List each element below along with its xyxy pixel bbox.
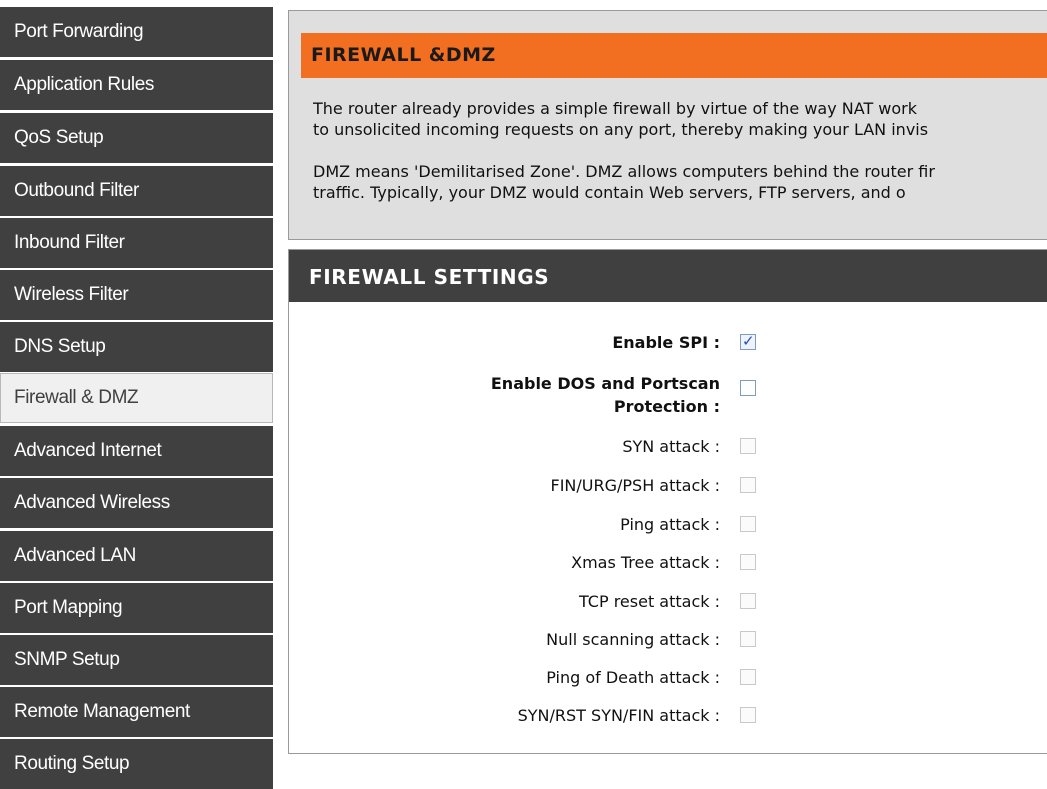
enable-dos-label-line-2: Protection : — [613, 397, 720, 416]
sidebar-item-port-forwarding[interactable]: Port Forwarding — [0, 7, 273, 57]
sidebar-item-inbound-filter[interactable]: Inbound Filter — [0, 218, 273, 268]
checkmark-icon: ✓ — [742, 332, 755, 350]
enable-dos-checkbox[interactable] — [740, 380, 756, 396]
sidebar-item-outbound-filter[interactable]: Outbound Filter — [0, 166, 273, 216]
null-scanning-attack-checkbox[interactable] — [740, 631, 756, 647]
syn-rst-syn-fin-attack-checkbox[interactable] — [740, 707, 756, 723]
intro-header: FIREWALL &DMZ — [301, 33, 1047, 78]
fin-urg-psh-attack-label: FIN/URG/PSH attack : — [550, 476, 720, 495]
sidebar-item-firewall-dmz[interactable]: Firewall & DMZ — [0, 373, 273, 423]
ping-attack-checkbox[interactable] — [740, 516, 756, 532]
enable-spi-checkbox[interactable]: ✓ — [740, 332, 756, 350]
sidebar-item-port-mapping[interactable]: Port Mapping — [0, 583, 273, 633]
enable-spi-label: Enable SPI : — [612, 333, 720, 352]
settings-header: FIREWALL SETTINGS — [289, 250, 1047, 302]
sidebar-item-dns-setup[interactable]: DNS Setup — [0, 322, 273, 372]
syn-attack-label: SYN attack : — [622, 437, 720, 456]
sidebar-item-application-rules[interactable]: Application Rules — [0, 60, 273, 110]
section-title: FIREWALL SETTINGS — [309, 265, 550, 289]
intro-paragraph-1-line-1: The router already provides a simple fir… — [313, 99, 918, 118]
sidebar-item-wireless-filter[interactable]: Wireless Filter — [0, 270, 273, 320]
sidebar-item-routing-setup[interactable]: Routing Setup — [0, 739, 273, 789]
sidebar-item-snmp-setup[interactable]: SNMP Setup — [0, 635, 273, 685]
sidebar-item-advanced-lan[interactable]: Advanced LAN — [0, 531, 273, 581]
enable-dos-label-line-1: Enable DOS and Portscan — [490, 374, 720, 393]
ping-of-death-attack-checkbox[interactable] — [740, 669, 756, 685]
tcp-reset-attack-label: TCP reset attack : — [578, 592, 720, 611]
sidebar-item-qos-setup[interactable]: QoS Setup — [0, 113, 273, 163]
ping-attack-label: Ping attack : — [620, 515, 720, 534]
intro-paragraph-1-line-2: to unsolicited incoming requests on any … — [313, 120, 929, 139]
fin-urg-psh-attack-checkbox[interactable] — [740, 477, 756, 493]
intro-panel: FIREWALL &DMZ The router already provide… — [288, 10, 1047, 240]
xmas-tree-attack-checkbox[interactable] — [740, 554, 756, 570]
syn-attack-checkbox[interactable] — [740, 438, 756, 454]
null-scanning-attack-label: Null scanning attack : — [546, 630, 720, 649]
sidebar-item-advanced-wireless[interactable]: Advanced Wireless — [0, 478, 273, 528]
sidebar-item-remote-management[interactable]: Remote Management — [0, 687, 273, 737]
sidebar-item-advanced-internet[interactable]: Advanced Internet — [0, 426, 273, 476]
ping-of-death-attack-label: Ping of Death attack : — [546, 668, 720, 687]
xmas-tree-attack-label: Xmas Tree attack : — [571, 553, 720, 572]
syn-rst-syn-fin-attack-label: SYN/RST SYN/FIN attack : — [517, 706, 720, 725]
sidebar-nav: Port Forwarding Application Rules QoS Se… — [0, 0, 273, 789]
intro-paragraph-2-line-1: DMZ means 'Demilitarised Zone'. DMZ allo… — [313, 162, 935, 181]
intro-paragraph-2-line-2: traffic. Typically, your DMZ would conta… — [313, 183, 906, 202]
page-title: FIREWALL &DMZ — [311, 44, 496, 66]
tcp-reset-attack-checkbox[interactable] — [740, 593, 756, 609]
